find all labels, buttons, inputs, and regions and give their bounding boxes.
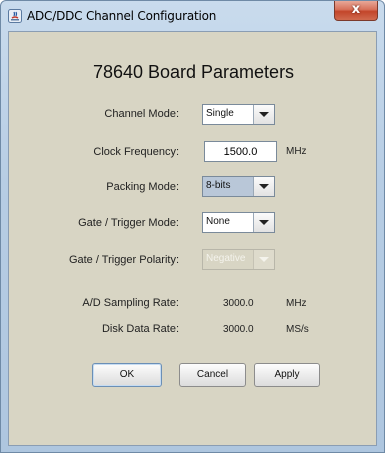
window-title: ADC/DDC Channel Configuration <box>27 9 217 23</box>
chevron-down-icon[interactable] <box>253 177 274 196</box>
channel-mode-dropdown[interactable]: Single <box>202 104 275 125</box>
gate-trigger-mode-label: Gate / Trigger Mode: <box>78 217 179 229</box>
packing-mode-value: 8-bits <box>206 180 231 191</box>
channel-mode-value: Single <box>206 108 234 119</box>
chevron-down-icon[interactable] <box>253 213 274 232</box>
ok-button[interactable]: OK <box>92 363 162 387</box>
java-app-icon <box>8 9 22 23</box>
clock-frequency-input[interactable] <box>205 142 276 162</box>
ad-sampling-rate-value: 3000.0 <box>223 298 254 309</box>
close-button[interactable]: x <box>334 1 378 21</box>
clock-frequency-unit: MHz <box>286 146 307 157</box>
clock-frequency-label: Clock Frequency: <box>93 146 179 158</box>
gate-trigger-polarity-dropdown: Negative <box>202 249 275 270</box>
channel-mode-label: Channel Mode: <box>104 108 179 120</box>
clock-frequency-field[interactable] <box>204 141 277 162</box>
gate-trigger-polarity-label: Gate / Trigger Polarity: <box>68 254 179 266</box>
disk-data-rate-label: Disk Data Rate: <box>101 323 179 335</box>
title-bar[interactable]: ADC/DDC Channel Configuration x <box>1 1 384 31</box>
close-icon: x <box>351 2 361 17</box>
dialog-window: ADC/DDC Channel Configuration x 78640 Bo… <box>0 0 385 453</box>
ad-sampling-rate-unit: MHz <box>286 298 307 309</box>
gate-trigger-mode-dropdown[interactable]: None <box>202 212 275 233</box>
gate-trigger-mode-value: None <box>206 216 230 227</box>
packing-mode-label: Packing Mode: <box>106 181 179 193</box>
chevron-down-icon <box>253 250 274 269</box>
apply-button[interactable]: Apply <box>254 363 320 387</box>
cancel-button[interactable]: Cancel <box>179 363 246 387</box>
packing-mode-dropdown[interactable]: 8-bits <box>202 176 275 197</box>
ad-sampling-rate-label: A/D Sampling Rate: <box>82 297 179 309</box>
gate-trigger-polarity-value: Negative <box>206 253 246 264</box>
chevron-down-icon[interactable] <box>253 105 274 124</box>
disk-data-rate-value: 3000.0 <box>223 324 254 335</box>
disk-data-rate-unit: MS/s <box>286 324 309 335</box>
dialog-heading: 78640 Board Parameters <box>92 62 295 82</box>
dialog-content: 78640 Board Parameters Channel Mode: Sin… <box>8 31 377 446</box>
